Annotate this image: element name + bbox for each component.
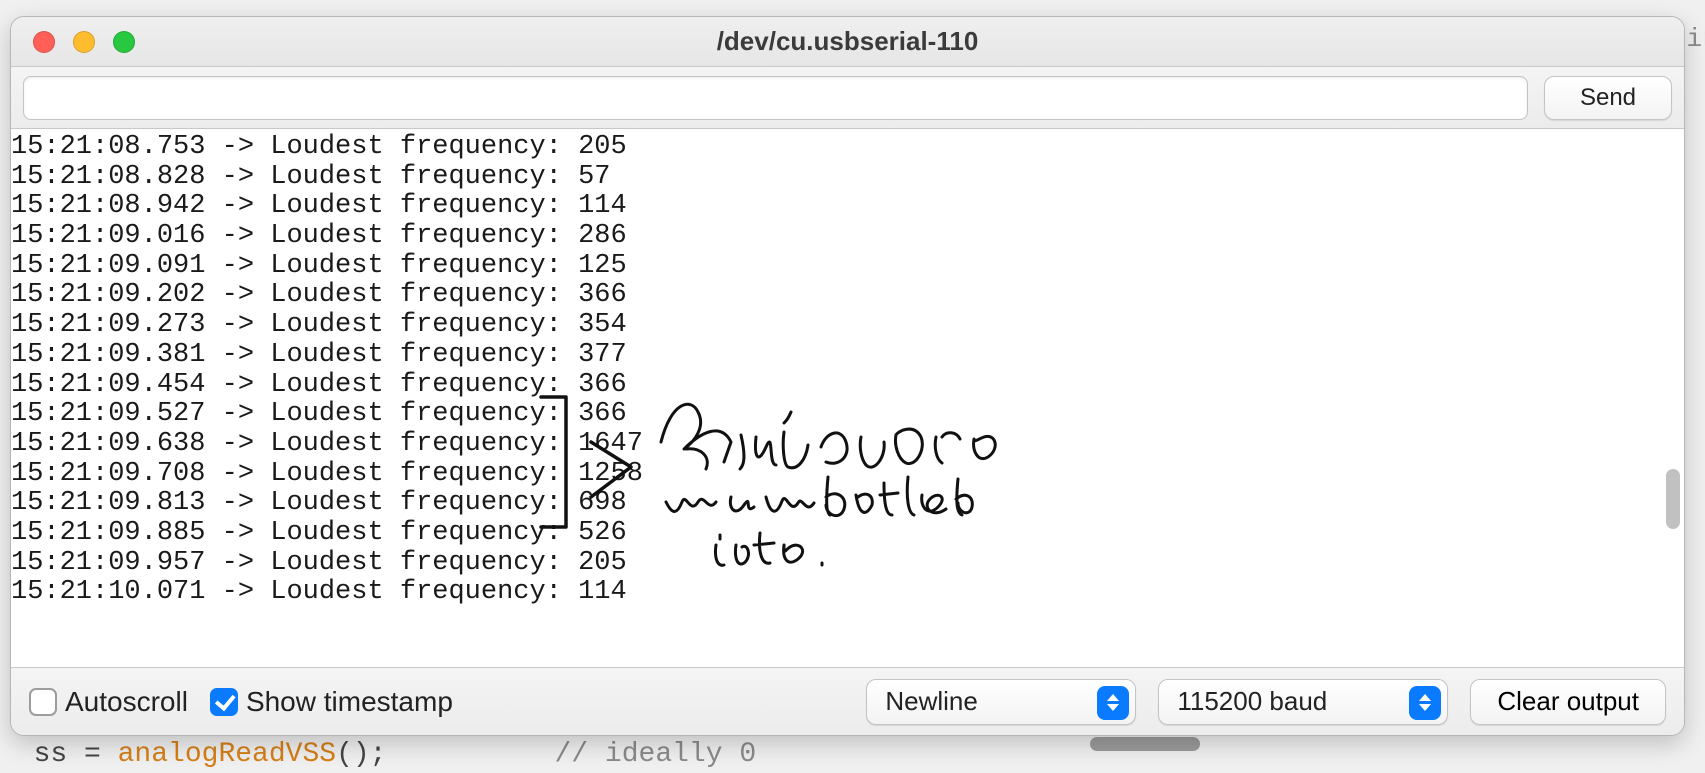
serial-log-line: 15:21:08.753 -> Loudest frequency: 205 — [11, 133, 1678, 163]
show-timestamp-checkbox[interactable]: Show timestamp — [210, 686, 453, 718]
clear-output-button[interactable]: Clear output — [1470, 679, 1666, 725]
send-button[interactable]: Send — [1544, 76, 1672, 120]
serial-log-line: 15:21:09.202 -> Loudest frequency: 366 — [11, 281, 1678, 311]
serial-log-line: 15:21:09.638 -> Loudest frequency: 1647 — [11, 430, 1678, 460]
titlebar: /dev/cu.usbserial-110 — [11, 17, 1684, 67]
close-icon[interactable] — [33, 31, 55, 53]
autoscroll-checkbox[interactable]: Autoscroll — [29, 686, 188, 718]
serial-log-line: 15:21:09.885 -> Loudest frequency: 526 — [11, 519, 1678, 549]
minimize-icon[interactable] — [73, 31, 95, 53]
line-ending-select[interactable]: Newline — [866, 679, 1136, 725]
serial-log-line: 15:21:08.828 -> Loudest frequency: 57 — [11, 163, 1678, 193]
serial-log-line: 15:21:09.527 -> Loudest frequency: 366 — [11, 400, 1678, 430]
baud-rate-select[interactable]: 115200 baud — [1158, 679, 1448, 725]
zoom-icon[interactable] — [113, 31, 135, 53]
window-controls — [11, 31, 135, 53]
serial-log-line: 15:21:09.813 -> Loudest frequency: 698 — [11, 489, 1678, 519]
vscroll-thumb[interactable] — [1666, 469, 1680, 529]
updown-icon — [1409, 686, 1441, 720]
serial-log-line: 15:21:09.454 -> Loudest frequency: 366 — [11, 371, 1678, 401]
line-ending-value: Newline — [885, 686, 978, 717]
serial-log-line: 15:21:10.071 -> Loudest frequency: 114 — [11, 578, 1678, 608]
vscroll-track[interactable] — [1666, 129, 1682, 667]
serial-log-line: 15:21:09.381 -> Loudest frequency: 377 — [11, 341, 1678, 371]
serial-monitor-window: /dev/cu.usbserial-110 Send 15:21:08.753 … — [10, 16, 1685, 736]
show-timestamp-label: Show timestamp — [246, 686, 453, 718]
background-hscroll-thumb — [1090, 737, 1200, 751]
updown-icon — [1097, 686, 1129, 720]
window-title: /dev/cu.usbserial-110 — [11, 26, 1684, 57]
serial-input-row: Send — [11, 67, 1684, 129]
footer-bar: Autoscroll Show timestamp Newline 115200… — [11, 667, 1684, 735]
serial-log-line: 15:21:08.942 -> Loudest frequency: 114 — [11, 192, 1678, 222]
serial-log-line: 15:21:09.016 -> Loudest frequency: 286 — [11, 222, 1678, 252]
serial-log-line: 15:21:09.273 -> Loudest frequency: 354 — [11, 311, 1678, 341]
baud-rate-value: 115200 baud — [1177, 686, 1327, 717]
serial-input[interactable] — [23, 76, 1528, 120]
serial-log-line: 15:21:09.708 -> Loudest frequency: 1258 — [11, 460, 1678, 490]
serial-output[interactable]: 15:21:08.753 -> Loudest frequency: 20515… — [11, 129, 1684, 667]
autoscroll-label: Autoscroll — [65, 686, 188, 718]
serial-log-line: 15:21:09.957 -> Loudest frequency: 205 — [11, 549, 1678, 579]
serial-log-line: 15:21:09.091 -> Loudest frequency: 125 — [11, 252, 1678, 282]
